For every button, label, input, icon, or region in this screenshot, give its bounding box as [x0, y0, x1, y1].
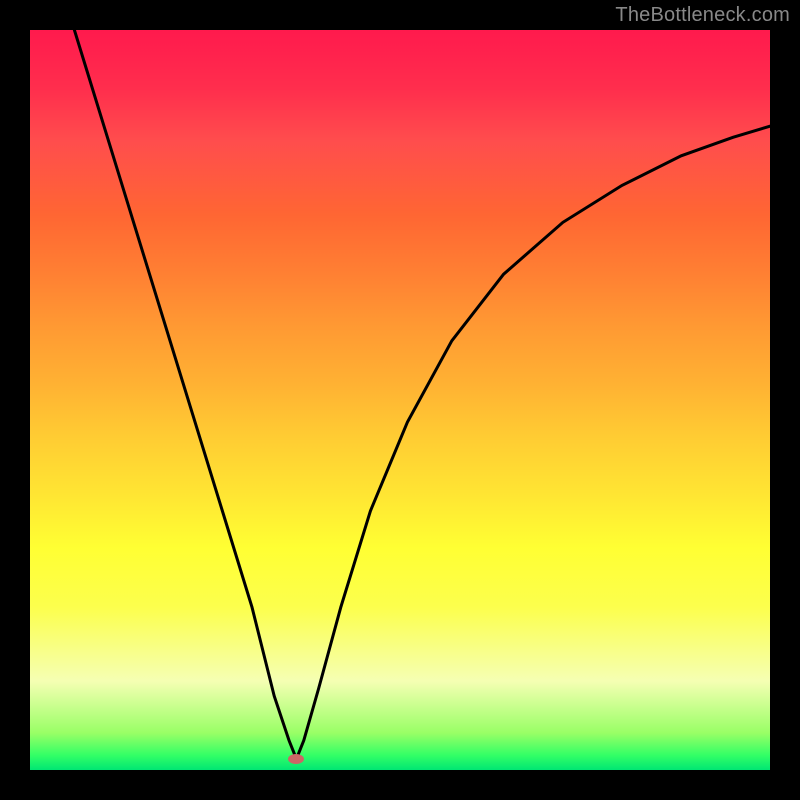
curve-svg [30, 30, 770, 770]
bottleneck-curve [74, 30, 770, 759]
watermark: TheBottleneck.com [615, 4, 790, 27]
plot-area [30, 30, 770, 770]
